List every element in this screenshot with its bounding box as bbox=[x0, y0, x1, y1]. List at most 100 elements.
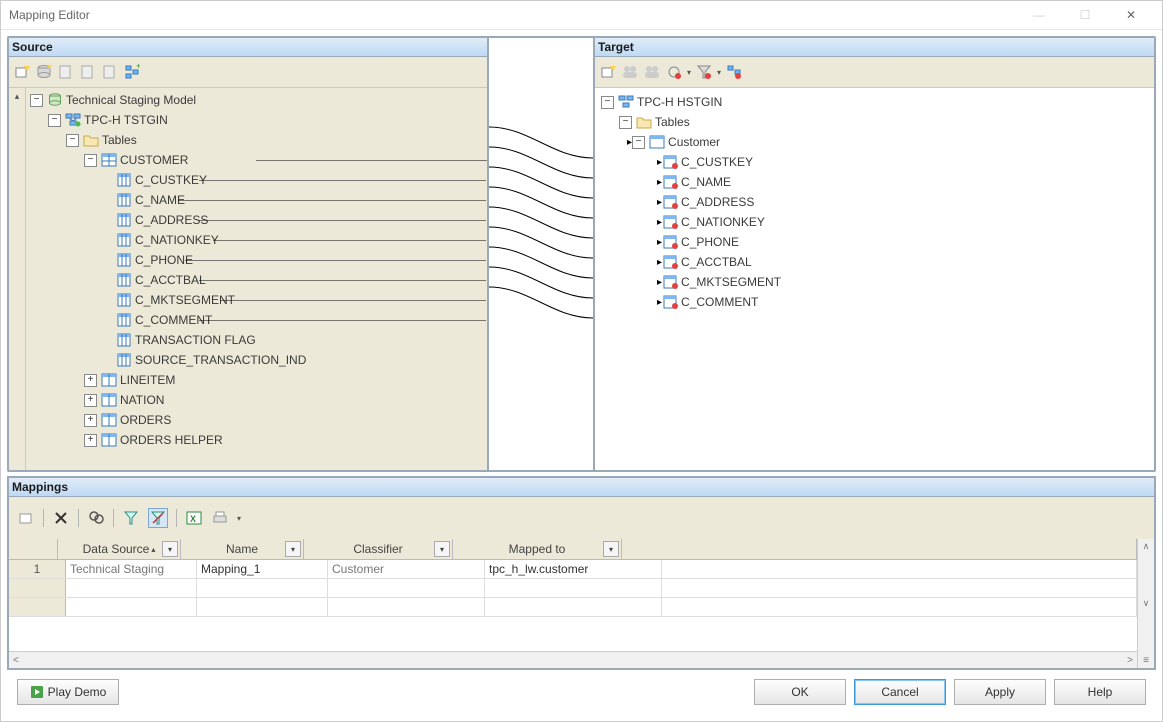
column-icon bbox=[662, 274, 678, 290]
col-classifier[interactable]: Classifier▾ bbox=[304, 539, 453, 559]
tree-node-column[interactable]: TRANSACTION FLAG bbox=[26, 330, 487, 350]
chevron-down-icon[interactable]: ▾ bbox=[603, 541, 619, 557]
tree-node-tables[interactable]: − Tables bbox=[26, 130, 487, 150]
play-demo-button[interactable]: Play Demo bbox=[17, 679, 119, 705]
excel-icon[interactable]: X bbox=[185, 509, 203, 527]
tree-node-column[interactable]: ▸C_NATIONKEY bbox=[595, 212, 1154, 232]
dialog-footer: Play Demo OK Cancel Apply Help bbox=[7, 670, 1156, 714]
tree-node-column[interactable]: C_MKTSEGMENT bbox=[26, 290, 487, 310]
tree-node-column[interactable]: C_COMMENT bbox=[26, 310, 487, 330]
column-icon bbox=[116, 232, 132, 248]
tree-node-column[interactable]: ▸C_NAME bbox=[595, 172, 1154, 192]
open-icon[interactable] bbox=[17, 509, 35, 527]
gear-red-icon[interactable] bbox=[665, 63, 683, 81]
column-icon bbox=[662, 154, 678, 170]
tree-node-table[interactable]: +ORDERS HELPER bbox=[26, 430, 487, 450]
filter-red-icon[interactable] bbox=[695, 63, 713, 81]
tree-node-column[interactable]: C_ADDRESS bbox=[26, 210, 487, 230]
tree-node-table[interactable]: +NATION bbox=[26, 390, 487, 410]
tree-node-column[interactable]: ▸C_PHONE bbox=[595, 232, 1154, 252]
page2-icon[interactable] bbox=[79, 63, 97, 81]
apply-button[interactable]: Apply bbox=[954, 679, 1046, 705]
filter-icon[interactable] bbox=[122, 509, 140, 527]
svg-text:X: X bbox=[190, 514, 196, 524]
grid-hscroll[interactable]: <> bbox=[9, 651, 1137, 668]
column-icon bbox=[116, 172, 132, 188]
tree-node-column[interactable]: C_PHONE bbox=[26, 250, 487, 270]
col-blank bbox=[622, 539, 1137, 559]
table-icon bbox=[649, 134, 665, 150]
column-icon bbox=[116, 312, 132, 328]
target-toolbar: ▾ ▾ bbox=[595, 57, 1154, 88]
col-name[interactable]: Name▾ bbox=[181, 539, 304, 559]
table-icon bbox=[101, 392, 117, 408]
tree-node-column[interactable]: C_NAME bbox=[26, 190, 487, 210]
column-icon bbox=[116, 292, 132, 308]
chevron-down-icon[interactable]: ▾ bbox=[162, 541, 178, 557]
tree-node-column[interactable]: ▸C_ACCTBAL bbox=[595, 252, 1154, 272]
tree-node-table[interactable]: +ORDERS bbox=[26, 410, 487, 430]
filter-active-icon[interactable] bbox=[148, 508, 168, 528]
delete-icon[interactable] bbox=[52, 509, 70, 527]
target-tree[interactable]: − TPC-H HSTGIN − Tables ▸ − bbox=[595, 88, 1154, 470]
users-icon[interactable] bbox=[621, 63, 639, 81]
target-header: Target bbox=[595, 38, 1154, 57]
folder-icon bbox=[636, 114, 652, 130]
tree-node-column[interactable]: C_ACCTBAL bbox=[26, 270, 487, 290]
tree-node-column[interactable]: ▸C_COMMENT bbox=[595, 292, 1154, 312]
hierarchy-add-icon[interactable]: + bbox=[123, 63, 141, 81]
table-row[interactable]: 1 Technical Staging Mapping_1 Customer t… bbox=[9, 560, 1137, 579]
source-header: Source bbox=[9, 38, 487, 57]
tree-node-column[interactable]: C_CUSTKEY bbox=[26, 170, 487, 190]
source-tree[interactable]: − Technical Staging Model − TPC-H TSTGIN… bbox=[26, 88, 487, 470]
column-icon bbox=[116, 272, 132, 288]
tree-node-root[interactable]: − Technical Staging Model bbox=[26, 90, 487, 110]
tree-node-column[interactable]: ▸C_CUSTKEY bbox=[595, 152, 1154, 172]
new-target-icon[interactable] bbox=[599, 63, 617, 81]
svg-text:+: + bbox=[136, 64, 140, 71]
tree-node-column[interactable]: ▸C_MKTSEGMENT bbox=[595, 272, 1154, 292]
tree-node-target-db[interactable]: − TPC-H HSTGIN bbox=[595, 92, 1154, 112]
table-icon bbox=[101, 412, 117, 428]
tree-node-db[interactable]: − TPC-H TSTGIN bbox=[26, 110, 487, 130]
tree-node-customer[interactable]: − CUSTOMER bbox=[26, 150, 487, 170]
tree-node-table[interactable]: +LINEITEM bbox=[26, 370, 487, 390]
cancel-button[interactable]: Cancel bbox=[854, 679, 946, 705]
grid-vscroll[interactable]: ∧ ∨ ≡ bbox=[1137, 539, 1154, 668]
minimize-button: — bbox=[1016, 1, 1062, 29]
cell-classifier: Customer bbox=[328, 560, 485, 578]
hierarchy-red-icon[interactable] bbox=[725, 63, 743, 81]
col-mapped-to[interactable]: Mapped to▾ bbox=[453, 539, 622, 559]
new-source-icon[interactable] bbox=[13, 63, 31, 81]
maximize-button: ☐ bbox=[1062, 1, 1108, 29]
users2-icon[interactable] bbox=[643, 63, 661, 81]
tree-node-target-customer[interactable]: ▸ − Customer bbox=[595, 132, 1154, 152]
titlebar: Mapping Editor — ☐ ✕ bbox=[1, 1, 1162, 30]
db-add-icon[interactable] bbox=[35, 63, 53, 81]
tree-node-column[interactable]: ▸C_ADDRESS bbox=[595, 192, 1154, 212]
source-toolbar: + bbox=[9, 57, 487, 88]
table-row[interactable] bbox=[9, 598, 1137, 617]
tree-node-column[interactable]: C_NATIONKEY bbox=[26, 230, 487, 250]
chevron-down-icon[interactable]: ▾ bbox=[285, 541, 301, 557]
close-button[interactable]: ✕ bbox=[1108, 1, 1154, 29]
connector-gap bbox=[489, 38, 595, 470]
ok-button[interactable]: OK bbox=[754, 679, 846, 705]
grid-header: Data Source▴▾ Name▾ Classifier▾ Mapped t… bbox=[9, 539, 1137, 560]
tree-node-column[interactable]: SOURCE_TRANSACTION_IND bbox=[26, 350, 487, 370]
source-scrollbar[interactable]: ▴ bbox=[9, 88, 26, 470]
grid-body[interactable]: 1 Technical Staging Mapping_1 Customer t… bbox=[9, 560, 1137, 651]
chevron-down-icon[interactable]: ▾ bbox=[434, 541, 450, 557]
print-icon[interactable] bbox=[211, 509, 229, 527]
help-button[interactable]: Help bbox=[1054, 679, 1146, 705]
find-icon[interactable] bbox=[87, 509, 105, 527]
page3-icon[interactable] bbox=[101, 63, 119, 81]
target-tree-area: − TPC-H HSTGIN − Tables ▸ − bbox=[595, 88, 1154, 470]
col-data-source[interactable]: Data Source▴▾ bbox=[58, 539, 181, 559]
page1-icon[interactable] bbox=[57, 63, 75, 81]
panels-row: Source + ▴ − Technical Staging bbox=[7, 36, 1156, 472]
cell-rownum: 1 bbox=[9, 560, 66, 578]
tree-node-target-tables[interactable]: − Tables bbox=[595, 112, 1154, 132]
target-panel: Target ▾ ▾ − TPC-H H bbox=[595, 38, 1154, 470]
table-row[interactable] bbox=[9, 579, 1137, 598]
